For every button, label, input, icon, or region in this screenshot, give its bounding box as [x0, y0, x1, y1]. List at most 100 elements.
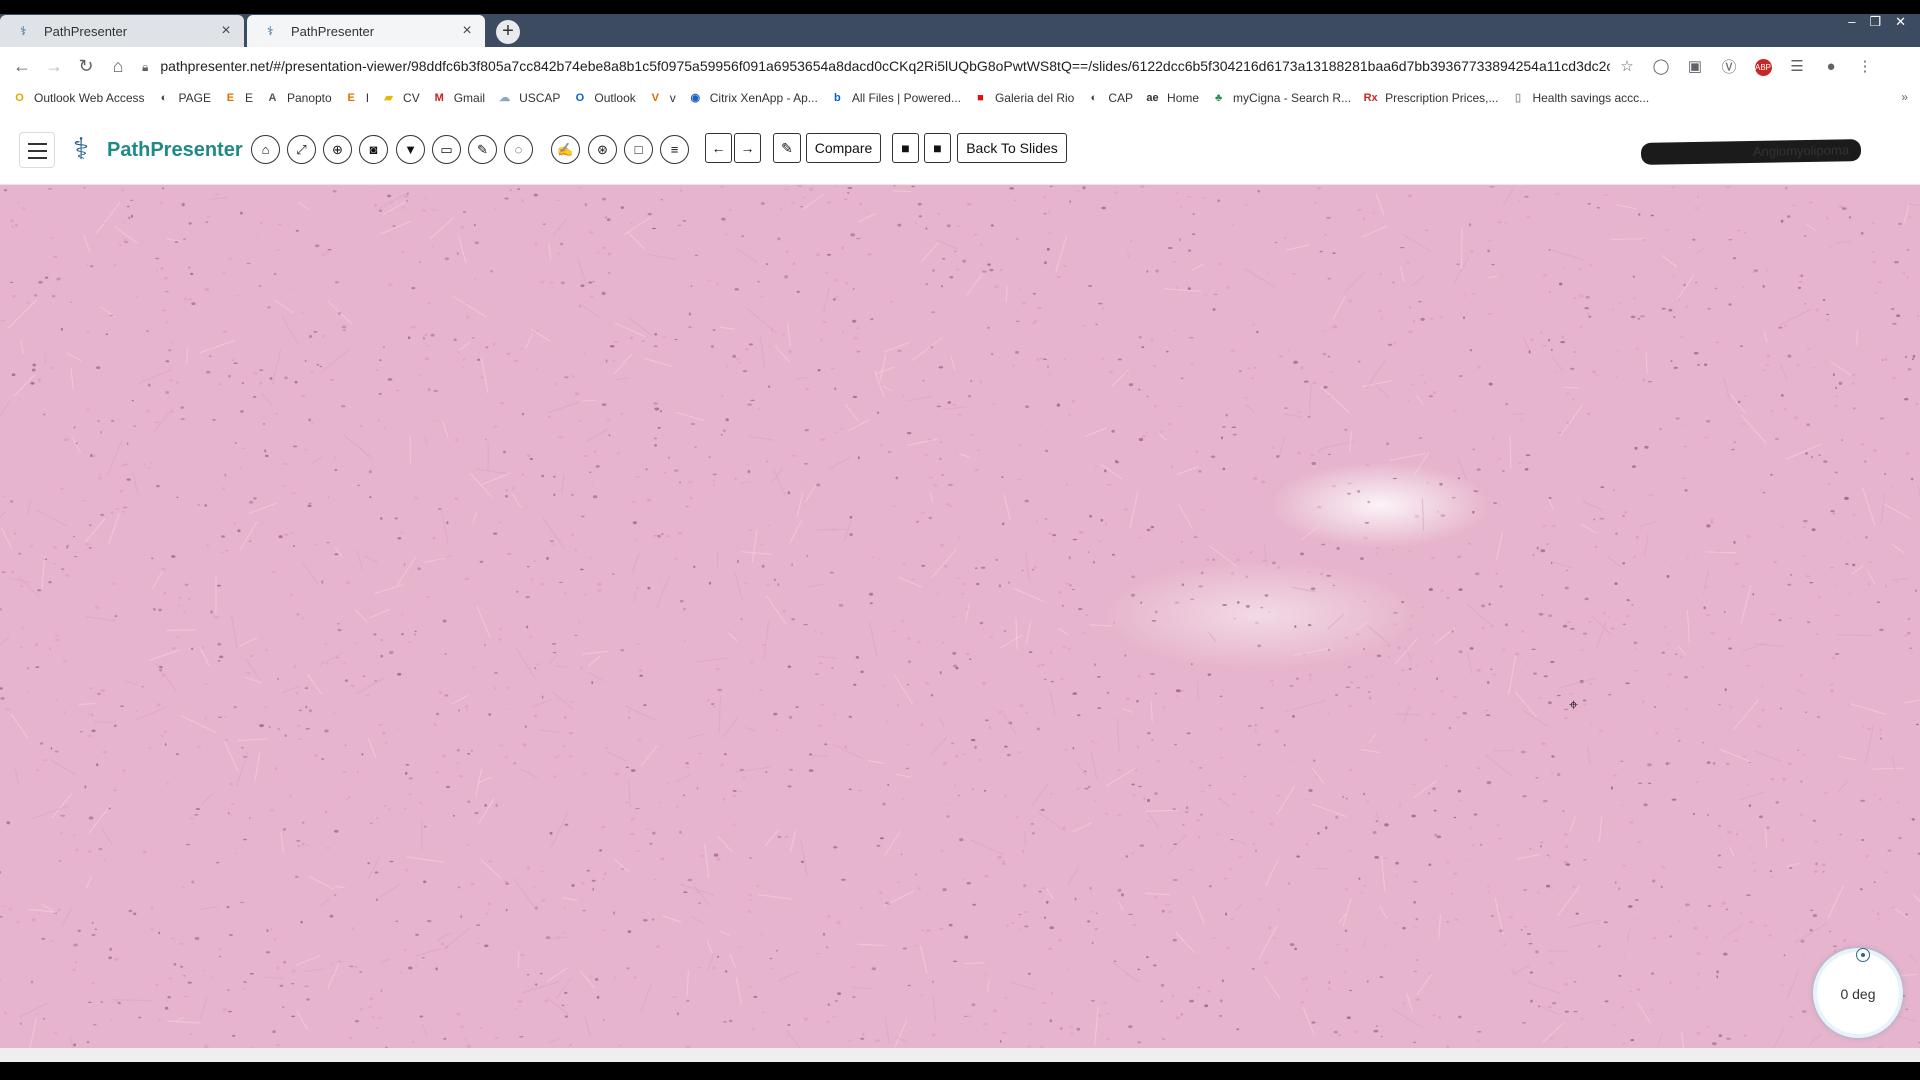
- list-icon[interactable]: ≡: [660, 135, 689, 164]
- bookmark-icon: ◉: [690, 91, 701, 104]
- bookmark-item[interactable]: ☁ USCAP: [497, 91, 560, 106]
- bookmark-item[interactable]: ▯ Health savings accc...: [1510, 91, 1649, 106]
- square-icon[interactable]: □: [624, 135, 653, 164]
- bookmark-icon: E: [226, 91, 235, 104]
- bookmark-label: USCAP: [519, 91, 561, 105]
- home-view-icon[interactable]: ⌂: [251, 135, 280, 164]
- bookmark-item[interactable]: EE: [223, 91, 253, 106]
- browser-menu-icon[interactable]: ⋮: [1848, 57, 1882, 75]
- video-button[interactable]: ■: [892, 133, 919, 163]
- status-strip: [0, 1048, 1920, 1062]
- bookmark-label: CAP: [1108, 91, 1134, 105]
- pathpresenter-favicon-icon: ⚕: [20, 24, 27, 38]
- bookmark-item[interactable]: ♣ myCigna - Search R...: [1211, 91, 1351, 106]
- fullscreen-icon[interactable]: ⤢: [287, 135, 316, 164]
- rotation-value: 0 deg: [1840, 986, 1876, 1002]
- profile-avatar-icon[interactable]: ●: [1814, 58, 1848, 75]
- extension-v-icon[interactable]: Ⓥ: [1712, 56, 1746, 77]
- lock-icon[interactable]: 🔒︎: [142, 60, 148, 74]
- bookmark-icon: O: [575, 91, 585, 104]
- annotate-icon[interactable]: ✍: [551, 135, 580, 164]
- back-to-slides-button[interactable]: Back To Slides: [957, 133, 1067, 163]
- bookmark-item[interactable]: A Panopto: [265, 91, 332, 106]
- rotation-dial[interactable]: 0 deg: [1813, 948, 1903, 1038]
- monitor-icon[interactable]: ▭: [432, 135, 461, 164]
- bookmark-label: All Files | Powered...: [851, 91, 961, 105]
- bookmark-icon: ▯: [1514, 91, 1521, 104]
- bookmark-icon: ☁: [499, 91, 511, 104]
- tissue-image: [0, 185, 1920, 1048]
- browser-tab-1[interactable]: ⚕ PathPresenter ×: [0, 15, 244, 47]
- bookmark-item[interactable]: ◉ Citrix XenApp - Ap...: [688, 91, 817, 106]
- bookmark-item[interactable]: ae Home: [1145, 91, 1199, 106]
- bookmark-label: Galeria del Rio: [994, 91, 1075, 105]
- rotation-handle-icon[interactable]: [1856, 948, 1870, 962]
- sync-icon[interactable]: ⊛: [588, 135, 617, 164]
- bookmark-item[interactable]: Vv: [648, 91, 676, 106]
- bookmark-label: Health savings accc...: [1532, 91, 1650, 105]
- bookmark-star-icon[interactable]: ☆: [1610, 57, 1644, 75]
- close-tab-icon[interactable]: ×: [457, 22, 477, 40]
- bookmark-icon: ♣: [1214, 91, 1223, 104]
- camera-icon[interactable]: ◙: [359, 135, 388, 164]
- bookmark-icon: ◐: [1090, 91, 1098, 104]
- bookmark-icon: ae: [1146, 91, 1159, 104]
- app-toolbar: ⚕ PathPresenter ⌂ ⤢ ⊕ ◙ ▼ ▭ ✎ ◌ ✍ ⊛ □ ≡ …: [0, 111, 1920, 185]
- hamburger-menu-button[interactable]: [19, 132, 55, 168]
- reload-icon[interactable]: ↻: [70, 56, 102, 77]
- bookmark-item[interactable]: ■ Galeria del Rio: [973, 91, 1074, 106]
- app-logo-text: PathPresenter: [107, 139, 243, 161]
- bookmark-label: Home: [1167, 91, 1200, 105]
- mouse-cursor-icon: ⌖: [1569, 697, 1579, 714]
- zoom-icon[interactable]: ⊕: [323, 135, 352, 164]
- close-tab-icon[interactable]: ×: [216, 22, 236, 40]
- slide-viewer-canvas[interactable]: ⌖ 0 deg: [0, 185, 1920, 1048]
- bookmark-icon: O: [15, 91, 24, 104]
- home-icon[interactable]: ⌂: [102, 56, 134, 77]
- tab-title: PathPresenter: [291, 23, 375, 39]
- bookmarks-overflow-icon[interactable]: »: [1901, 90, 1908, 104]
- compare-button[interactable]: Compare: [806, 133, 881, 163]
- bookmark-item[interactable]: Rx Prescription Prices,...: [1363, 91, 1499, 106]
- bookmark-label: E: [244, 91, 253, 105]
- bookmark-item[interactable]: O Outlook Web Access: [12, 91, 144, 106]
- bookmark-label: Outlook: [594, 91, 636, 105]
- url-text: pathpresenter.net/#/presentation-viewer/…: [160, 57, 1610, 74]
- bookmark-item[interactable]: ▰ CV: [381, 91, 420, 106]
- new-tab-button[interactable]: +: [496, 20, 520, 44]
- bookmark-item[interactable]: ◐ PAGE: [157, 91, 211, 106]
- lasso-icon[interactable]: ◌: [504, 135, 533, 164]
- browser-tab-strip: ⚕ PathPresenter × ⚕ PathPresenter × + – …: [0, 14, 1920, 47]
- window-controls: – ❐ ✕: [1848, 14, 1906, 34]
- forward-arrow-icon[interactable]: →: [38, 56, 70, 77]
- url-field[interactable]: 🔒︎ pathpresenter.net/#/presentation-viewe…: [142, 58, 1610, 75]
- extension-circle-icon[interactable]: ◯: [1644, 57, 1678, 75]
- extension-abp-icon[interactable]: ABP: [1746, 57, 1780, 76]
- bookmark-label: CV: [403, 91, 420, 105]
- minimize-icon[interactable]: –: [1848, 14, 1855, 34]
- bookmark-item[interactable]: EI: [344, 91, 370, 106]
- browser-tab-2[interactable]: ⚕ PathPresenter ×: [247, 15, 485, 47]
- address-bar: ← → ↻ ⌂ 🔒︎ pathpresenter.net/#/presentati…: [0, 47, 1920, 85]
- bookmark-item[interactable]: M Gmail: [432, 91, 485, 106]
- bookmark-item[interactable]: ◐ CAP: [1086, 91, 1134, 106]
- filter-icon[interactable]: ▼: [396, 135, 425, 164]
- back-arrow-icon[interactable]: ←: [6, 56, 38, 77]
- bookmark-item[interactable]: O Outlook: [572, 91, 636, 106]
- previous-slide-button[interactable]: ←: [705, 133, 732, 163]
- bookmark-label: PAGE: [178, 91, 211, 105]
- restore-icon[interactable]: ❐: [1869, 14, 1881, 34]
- bookmark-icon: ■: [977, 91, 984, 104]
- pen-icon[interactable]: ✎: [468, 135, 497, 164]
- bookmark-icon: ◐: [160, 91, 168, 104]
- next-slide-button[interactable]: →: [734, 133, 761, 163]
- close-window-icon[interactable]: ✕: [1895, 14, 1906, 34]
- stop-button[interactable]: ■: [924, 133, 951, 163]
- media-queue-icon[interactable]: ☰: [1780, 57, 1814, 75]
- bookmark-item[interactable]: b All Files | Powered...: [830, 91, 961, 106]
- pathpresenter-logo-icon: ⚕: [72, 133, 90, 166]
- pathpresenter-favicon-icon: ⚕: [267, 24, 274, 38]
- attach-button[interactable]: ✎: [773, 133, 801, 163]
- extension-pdf-icon[interactable]: ▣: [1678, 57, 1712, 75]
- bookmark-icon: A: [268, 91, 277, 104]
